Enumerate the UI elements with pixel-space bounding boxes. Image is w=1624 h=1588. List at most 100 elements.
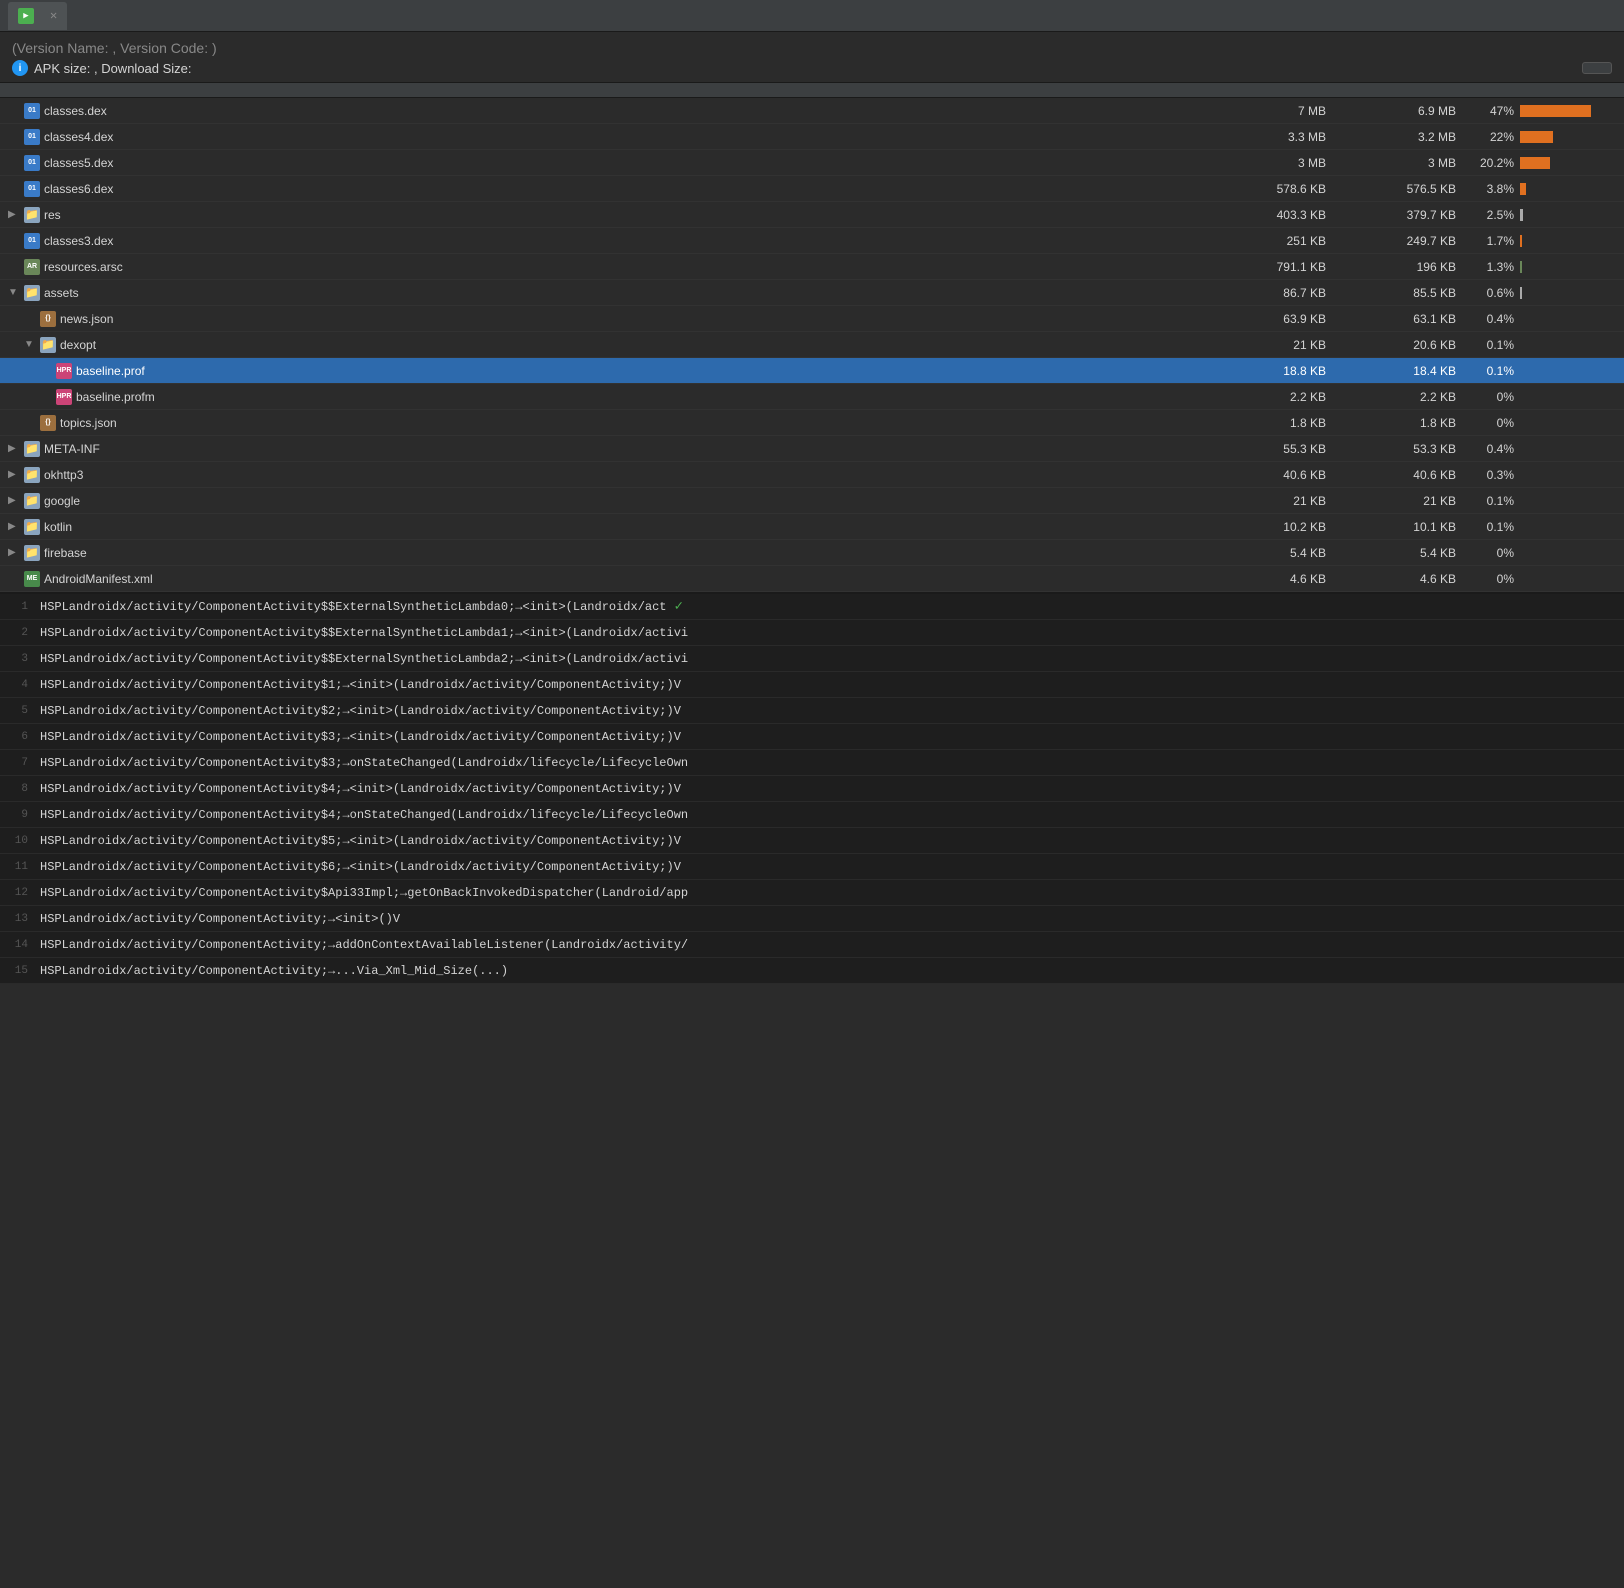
line-content: HSPLandroidx/activity/ComponentActivity$… (40, 782, 681, 796)
table-row[interactable]: ▶📁okhttp340.6 KB40.6 KB0.3% (0, 462, 1624, 488)
table-row[interactable]: HPRbaseline.profm2.2 KB2.2 KB0% (0, 384, 1624, 410)
raw-size: 21 KB (1204, 338, 1334, 352)
line-number: 7 (0, 757, 40, 769)
xml-icon: ME (24, 571, 40, 587)
pct-bar-cell: 22% (1464, 130, 1624, 144)
pct-label: 2.5% (1472, 208, 1514, 222)
pct-bar-cell: 0.4% (1464, 312, 1624, 326)
col-file (0, 87, 1204, 93)
code-line: 6HSPLandroidx/activity/ComponentActivity… (0, 724, 1624, 750)
expand-arrow[interactable]: ▶ (8, 469, 20, 480)
raw-size: 86.7 KB (1204, 286, 1334, 300)
table-row[interactable]: {}news.json63.9 KB63.1 KB0.4% (0, 306, 1624, 332)
table-row[interactable]: ▼📁assets86.7 KB85.5 KB0.6% (0, 280, 1624, 306)
raw-size: 10.2 KB (1204, 520, 1334, 534)
file-name-cell: ▶📁res (0, 207, 1204, 223)
arsc-icon: AR (24, 259, 40, 275)
table-row[interactable]: 01classes3.dex251 KB249.7 KB1.7% (0, 228, 1624, 254)
line-content: HSPLandroidx/activity/ComponentActivity;… (40, 964, 508, 978)
table-row[interactable]: 01classes4.dex3.3 MB3.2 MB22% (0, 124, 1624, 150)
table-row[interactable]: ▶📁res403.3 KB379.7 KB2.5% (0, 202, 1624, 228)
code-line: 1HSPLandroidx/activity/ComponentActivity… (0, 594, 1624, 620)
expand-arrow[interactable]: ▼ (24, 339, 36, 350)
table-row[interactable]: 01classes.dex7 MB6.9 MB47% (0, 98, 1624, 124)
pct-bar-cell: 1.3% (1464, 260, 1624, 274)
bar-container (1520, 573, 1616, 585)
table-row[interactable]: {}topics.json1.8 KB1.8 KB0% (0, 410, 1624, 436)
file-name: okhttp3 (44, 468, 83, 482)
bar-container (1520, 365, 1616, 377)
col-download-size (1334, 87, 1464, 93)
expand-arrow[interactable]: ▶ (8, 443, 20, 454)
pct-bar-cell: 0% (1464, 546, 1624, 560)
pct-label: 0.1% (1472, 494, 1514, 508)
file-name: baseline.profm (76, 390, 155, 404)
table-row[interactable]: 01classes6.dex578.6 KB576.5 KB3.8% (0, 176, 1624, 202)
pct-bar-cell: 0.6% (1464, 286, 1624, 300)
file-name-cell: 01classes3.dex (0, 233, 1204, 249)
download-size: 10.1 KB (1334, 520, 1464, 534)
file-name: assets (44, 286, 79, 300)
file-name: news.json (60, 312, 113, 326)
download-size: 4.6 KB (1334, 572, 1464, 586)
table-row[interactable]: 01classes5.dex3 MB3 MB20.2% (0, 150, 1624, 176)
bar-container (1520, 209, 1616, 221)
line-content: HSPLandroidx/activity/ComponentActivity$… (40, 860, 681, 874)
raw-size: 403.3 KB (1204, 208, 1334, 222)
tab-close-button[interactable]: ✕ (50, 8, 57, 23)
compare-button[interactable] (1582, 62, 1612, 74)
expand-arrow[interactable]: ▶ (8, 209, 20, 220)
folder-icon: 📁 (24, 441, 40, 457)
table-row[interactable]: ▶📁kotlin10.2 KB10.1 KB0.1% (0, 514, 1624, 540)
code-line: 5HSPLandroidx/activity/ComponentActivity… (0, 698, 1624, 724)
pct-label: 1.7% (1472, 234, 1514, 248)
file-name: dexopt (60, 338, 96, 352)
folder-icon: 📁 (24, 207, 40, 223)
line-number: 15 (0, 965, 40, 977)
file-name-cell: ▶📁firebase (0, 545, 1204, 561)
code-line: 13HSPLandroidx/activity/ComponentActivit… (0, 906, 1624, 932)
file-name-cell: 01classes.dex (0, 103, 1204, 119)
col-pct (1464, 87, 1624, 93)
bar-container (1520, 547, 1616, 559)
dex-icon: 01 (24, 181, 40, 197)
package-name: (Version Name: , Version Code: ) (12, 40, 1612, 56)
prof-icon: HPR (56, 389, 72, 405)
table-row[interactable]: MEAndroidManifest.xml4.6 KB4.6 KB0% (0, 566, 1624, 592)
file-name: META-INF (44, 442, 100, 456)
line-content: HSPLandroidx/activity/ComponentActivity;… (40, 938, 688, 952)
bar-fill (1520, 183, 1526, 195)
table-row[interactable]: HPRbaseline.prof18.8 KB18.4 KB0.1% (0, 358, 1624, 384)
download-size: 6.9 MB (1334, 104, 1464, 118)
pct-label: 22% (1472, 130, 1514, 144)
apk-tab[interactable]: ▶ ✕ (8, 2, 67, 30)
table-row[interactable]: ▶📁google21 KB21 KB0.1% (0, 488, 1624, 514)
pct-bar-cell: 0% (1464, 416, 1624, 430)
table-row[interactable]: ▼📁dexopt21 KB20.6 KB0.1% (0, 332, 1624, 358)
line-number: 11 (0, 861, 40, 873)
apk-size-text: APK size: , Download Size: (34, 61, 192, 76)
bar-container (1520, 495, 1616, 507)
bar-container (1520, 131, 1616, 143)
bar-container (1520, 261, 1616, 273)
pct-bar-cell: 47% (1464, 104, 1624, 118)
line-number: 4 (0, 679, 40, 691)
line-number: 13 (0, 913, 40, 925)
table-row[interactable]: ▶📁META-INF55.3 KB53.3 KB0.4% (0, 436, 1624, 462)
expand-arrow[interactable]: ▶ (8, 495, 20, 506)
pct-label: 0.1% (1472, 338, 1514, 352)
table-row[interactable]: ▶📁firebase5.4 KB5.4 KB0% (0, 540, 1624, 566)
pct-label: 0% (1472, 390, 1514, 404)
download-size: 53.3 KB (1334, 442, 1464, 456)
expand-arrow[interactable]: ▶ (8, 547, 20, 558)
download-size: 20.6 KB (1334, 338, 1464, 352)
table-row[interactable]: ARresources.arsc791.1 KB196 KB1.3% (0, 254, 1624, 280)
code-line: 14HSPLandroidx/activity/ComponentActivit… (0, 932, 1624, 958)
file-name: classes4.dex (44, 130, 113, 144)
pct-bar-cell: 0% (1464, 390, 1624, 404)
download-size: 2.2 KB (1334, 390, 1464, 404)
expand-arrow[interactable]: ▶ (8, 521, 20, 532)
bar-fill (1520, 105, 1591, 117)
pct-label: 0.1% (1472, 364, 1514, 378)
expand-arrow[interactable]: ▼ (8, 287, 20, 298)
